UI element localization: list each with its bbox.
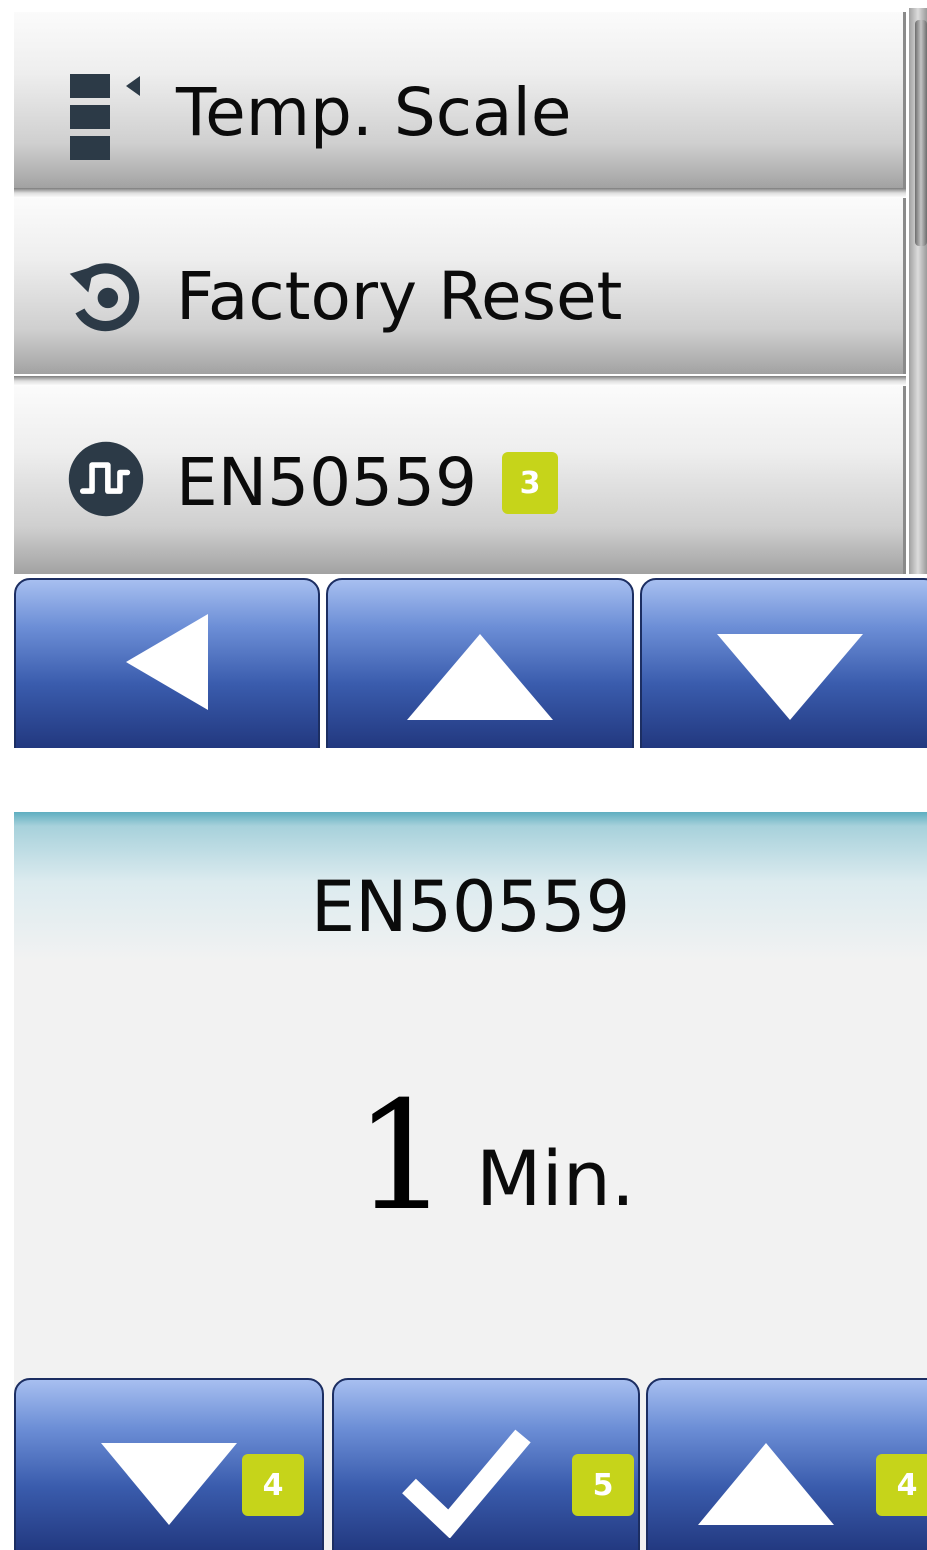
up-arrow-icon [405, 632, 555, 726]
en50559-setting-screen: EN50559 1 Min. 4 5 4 [14, 812, 927, 1550]
menu-item-factory-reset[interactable]: Factory Reset [14, 198, 906, 374]
left-arrow-icon [122, 612, 212, 716]
scrollbar-thumb[interactable] [915, 20, 927, 246]
step-badge: 3 [502, 452, 558, 514]
menu-screen: Temp. Scale Factory Reset EN50559 3 [14, 0, 927, 748]
menu-item-label: Factory Reset [176, 258, 623, 335]
divider [14, 376, 906, 386]
menu-item-label: Temp. Scale [176, 74, 572, 151]
setting-unit: Min. [476, 1134, 636, 1223]
menu-item-en50559[interactable]: EN50559 3 [14, 386, 906, 574]
step-badge: 4 [876, 1454, 927, 1516]
page-title: EN50559 [310, 866, 631, 948]
divider [14, 188, 906, 198]
back-button[interactable] [14, 578, 320, 748]
check-icon [401, 1428, 531, 1542]
step-badge: 4 [242, 1454, 304, 1516]
increase-button[interactable]: 4 [646, 1378, 927, 1550]
step-badge: 5 [572, 1454, 634, 1516]
down-arrow-icon [99, 1441, 239, 1531]
reset-icon [66, 252, 146, 342]
menu-item-label: EN50559 [176, 444, 478, 521]
up-arrow-icon [696, 1441, 836, 1531]
confirm-button[interactable]: 5 [332, 1378, 640, 1550]
temp-scale-icon [66, 72, 146, 162]
scroll-down-button[interactable] [640, 578, 927, 748]
down-arrow-icon [715, 632, 865, 726]
setting-value: 1 [354, 1070, 450, 1244]
en50559-icon [66, 434, 146, 524]
menu-item-temp-scale[interactable]: Temp. Scale [14, 12, 906, 188]
decrease-button[interactable]: 4 [14, 1378, 324, 1550]
scroll-up-button[interactable] [326, 578, 634, 748]
